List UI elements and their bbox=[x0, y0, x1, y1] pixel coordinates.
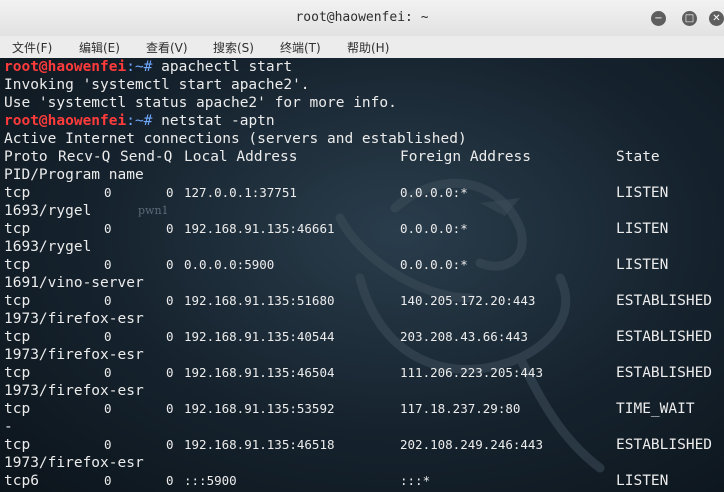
row-local: 127.0.0.1:37751 bbox=[184, 185, 297, 200]
row-state: ESTABLISHED bbox=[616, 437, 713, 453]
row-proto: tcp bbox=[4, 365, 31, 381]
output-line-2: Use 'systemctl status apache2' for more … bbox=[4, 95, 397, 111]
row-proto: tcp bbox=[4, 401, 31, 417]
row-foreign: :::* bbox=[400, 473, 431, 488]
menu-bar: 文件(F) 编辑(E) 查看(V) 搜索(S) 终端(T) 帮助(H) bbox=[0, 36, 724, 59]
row-state: LISTEN bbox=[616, 473, 669, 489]
menu-edit[interactable]: 编辑(E) bbox=[79, 39, 120, 56]
prompt-line-1: root@haowenfei:~# apachectl start bbox=[4, 59, 293, 75]
row-local: 192.168.91.135:46504 bbox=[184, 365, 335, 380]
row-state: ESTABLISHED bbox=[616, 329, 713, 345]
row-proto: tcp6 bbox=[4, 473, 39, 489]
prompt-line-2: root@haowenfei:~# netstat -aptn bbox=[4, 113, 275, 129]
row-sendq: 0 bbox=[166, 329, 174, 344]
output-line-1: Invoking 'systemctl start apache2'. bbox=[4, 77, 310, 93]
row-recvq: 0 bbox=[104, 365, 112, 380]
netstat-title-line: Active Internet connections (servers and… bbox=[4, 131, 467, 147]
row-pid: 1973/firefox-esr bbox=[4, 455, 144, 471]
row-state: ESTABLISHED bbox=[616, 365, 713, 381]
row-state: ESTABLISHED bbox=[616, 293, 713, 309]
row-local: 192.168.91.135:46518 bbox=[184, 437, 335, 452]
row-local: 192.168.91.135:40544 bbox=[184, 329, 335, 344]
watermark-text: pwn1 bbox=[138, 204, 169, 217]
header-state: State bbox=[616, 149, 660, 165]
row-state: LISTEN bbox=[616, 185, 669, 201]
menu-help[interactable]: 帮助(H) bbox=[347, 39, 389, 56]
row-foreign: 117.18.237.29:80 bbox=[400, 401, 521, 416]
row-recvq: 0 bbox=[104, 329, 112, 344]
row-recvq: 0 bbox=[104, 257, 112, 272]
row-local: 192.168.91.135:46661 bbox=[184, 221, 335, 236]
row-sendq: 0 bbox=[166, 293, 174, 308]
row-sendq: 0 bbox=[166, 221, 174, 236]
row-local: 192.168.91.135:53592 bbox=[184, 401, 335, 416]
row-proto: tcp bbox=[4, 221, 31, 237]
row-sendq: 0 bbox=[166, 473, 174, 488]
row-foreign: 0.0.0.0:* bbox=[400, 257, 468, 272]
row-pid: - bbox=[4, 419, 13, 435]
row-foreign: 202.108.249.246:443 bbox=[400, 437, 543, 452]
close-button[interactable]: ✕ bbox=[709, 11, 724, 26]
row-foreign: 140.205.172.20:443 bbox=[400, 293, 536, 308]
row-sendq: 0 bbox=[166, 365, 174, 380]
maximize-button[interactable]: □ bbox=[682, 11, 697, 26]
row-pid: 1693/rygel bbox=[4, 239, 92, 255]
header-foreign: Foreign Address bbox=[400, 149, 531, 165]
menu-search[interactable]: 搜索(S) bbox=[213, 39, 254, 56]
menu-view[interactable]: 查看(V) bbox=[146, 39, 188, 56]
menu-file[interactable]: 文件(F) bbox=[12, 39, 52, 56]
row-proto: tcp bbox=[4, 257, 31, 273]
row-proto: tcp bbox=[4, 293, 31, 309]
row-recvq: 0 bbox=[104, 221, 112, 236]
row-foreign: 0.0.0.0:* bbox=[400, 221, 468, 236]
row-pid: 1973/firefox-esr bbox=[4, 347, 144, 363]
row-pid: 1691/vino-server bbox=[4, 275, 144, 291]
row-proto: tcp bbox=[4, 329, 31, 345]
row-recvq: 0 bbox=[104, 185, 112, 200]
row-pid: 1973/firefox-esr bbox=[4, 311, 144, 327]
row-sendq: 0 bbox=[166, 257, 174, 272]
header-proto: Proto bbox=[4, 149, 48, 165]
row-state: TIME_WAIT bbox=[616, 401, 695, 417]
terminal-window: root@haowenfei: ~ − □ ✕ 文件(F) 编辑(E) 查看(V… bbox=[0, 0, 724, 492]
row-state: LISTEN bbox=[616, 257, 669, 273]
row-local: :::5900 bbox=[184, 473, 237, 488]
row-recvq: 0 bbox=[104, 473, 112, 488]
row-recvq: 0 bbox=[104, 437, 112, 452]
row-foreign: 111.206.223.205:443 bbox=[400, 365, 543, 380]
row-proto: tcp bbox=[4, 437, 31, 453]
menu-terminal[interactable]: 终端(T) bbox=[280, 39, 321, 56]
header-recvq: Recv-Q bbox=[58, 149, 111, 165]
row-recvq: 0 bbox=[104, 401, 112, 416]
terminal-output[interactable]: pwn1 root@haowenfei:~# apachectl start I… bbox=[0, 58, 724, 492]
header-sendq: Send-Q bbox=[120, 149, 173, 165]
minimize-button[interactable]: − bbox=[651, 11, 666, 26]
row-sendq: 0 bbox=[166, 401, 174, 416]
header-pid: PID/Program name bbox=[4, 167, 144, 183]
row-foreign: 0.0.0.0:* bbox=[400, 185, 468, 200]
row-sendq: 0 bbox=[166, 437, 174, 452]
row-state: LISTEN bbox=[616, 221, 669, 237]
row-sendq: 0 bbox=[166, 185, 174, 200]
row-proto: tcp bbox=[4, 185, 31, 201]
row-pid: 1973/firefox-esr bbox=[4, 383, 144, 399]
title-bar[interactable]: root@haowenfei: ~ − □ ✕ bbox=[0, 0, 724, 37]
row-pid: 1693/rygel bbox=[4, 203, 92, 219]
window-title: root@haowenfei: ~ bbox=[295, 10, 429, 25]
header-local: Local Address bbox=[184, 149, 298, 165]
row-foreign: 203.208.43.66:443 bbox=[400, 329, 528, 344]
row-local: 192.168.91.135:51680 bbox=[184, 293, 335, 308]
row-recvq: 0 bbox=[104, 293, 112, 308]
row-local: 0.0.0.0:5900 bbox=[184, 257, 275, 272]
